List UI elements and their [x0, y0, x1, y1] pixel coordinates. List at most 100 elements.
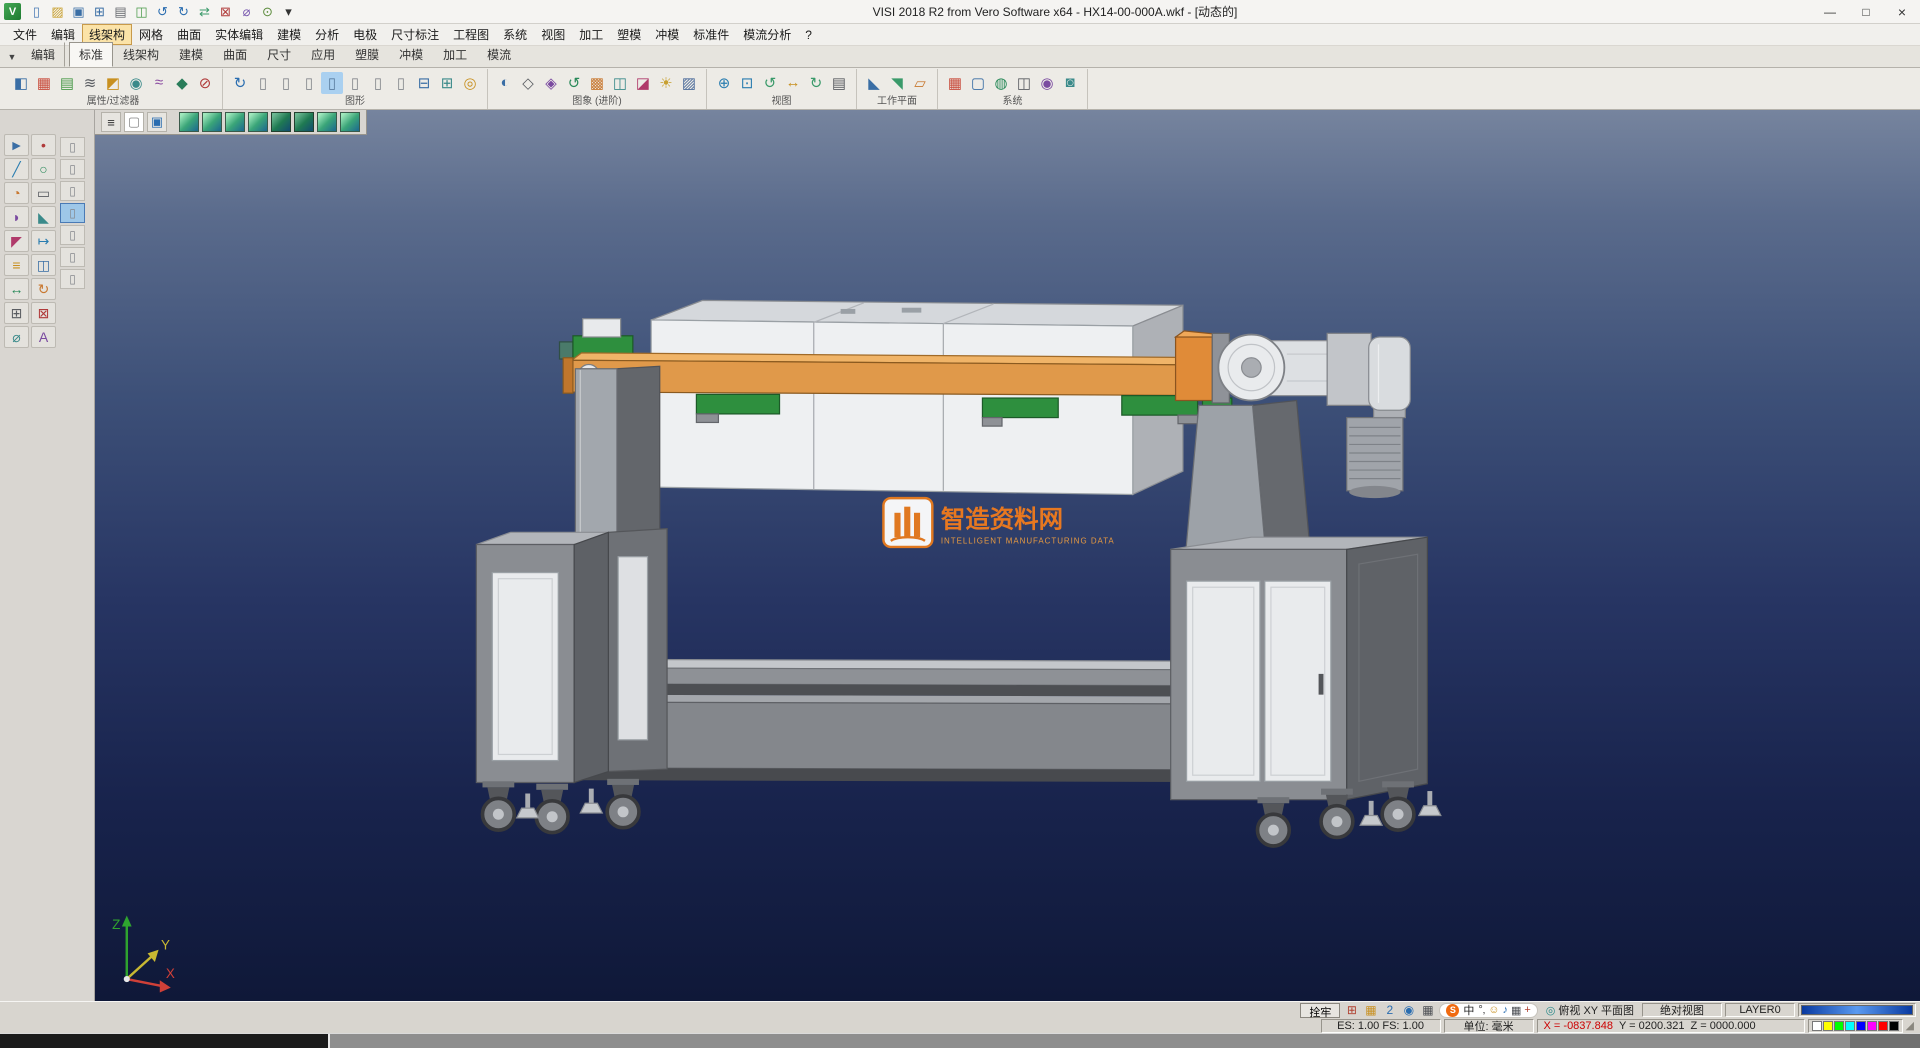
- zoom-window-icon[interactable]: ⊡: [736, 72, 758, 94]
- 3d-viewport[interactable]: 智造资料网 INTELLIGENT MANUFACTURING DATA Z Y…: [95, 110, 1920, 1001]
- rotation-beam[interactable]: [563, 353, 1229, 396]
- view-list-icon[interactable]: ▤: [828, 72, 850, 94]
- maximize-button[interactable]: □: [1848, 0, 1884, 23]
- right-cabinet[interactable]: [1171, 537, 1428, 799]
- color-palette-icon[interactable]: ▦: [944, 72, 966, 94]
- measure-tool-icon[interactable]: ⌀: [4, 326, 29, 348]
- bin-6-icon[interactable]: ▯: [367, 72, 389, 94]
- tab-surface[interactable]: 曲面: [213, 42, 257, 67]
- window-layout-icon[interactable]: ◫: [1013, 72, 1035, 94]
- grid-toggle-icon[interactable]: ▦: [1362, 1003, 1379, 1018]
- workplane-create-icon[interactable]: ◣: [863, 72, 885, 94]
- ime-toolbox-icon[interactable]: +: [1524, 1004, 1530, 1017]
- trim-tool-icon[interactable]: ◤: [4, 230, 29, 252]
- render-icon[interactable]: ◙: [1059, 72, 1081, 94]
- copy-tool-icon[interactable]: ⊞: [4, 302, 29, 324]
- view-cube-back-icon[interactable]: [248, 112, 268, 132]
- tab-machining[interactable]: 加工: [433, 42, 477, 67]
- snap-toggle-icon[interactable]: ⊞: [1343, 1003, 1360, 1018]
- menu-view[interactable]: 视图: [534, 24, 572, 45]
- rotate-tool-icon[interactable]: ↻: [31, 278, 56, 300]
- tab-standard[interactable]: 标准: [69, 42, 113, 67]
- point-tool-icon[interactable]: •: [31, 134, 56, 156]
- color-swatch[interactable]: [1834, 1021, 1844, 1031]
- construction-mode-icon[interactable]: 2: [1381, 1003, 1398, 1018]
- layer-bin-5-button[interactable]: ▯: [60, 225, 85, 245]
- filter-reset-icon[interactable]: ⊘: [194, 72, 216, 94]
- tab-modeling[interactable]: 建模: [169, 42, 213, 67]
- move-tool-icon[interactable]: ↔: [4, 278, 29, 300]
- viewport-split-icon[interactable]: ▣: [147, 112, 167, 132]
- viewport-menu-icon[interactable]: ≡: [101, 112, 121, 132]
- layer-bin-6-button[interactable]: ▯: [60, 247, 85, 267]
- color-swatch[interactable]: [1845, 1021, 1855, 1031]
- layer-bin-1-button[interactable]: ▯: [60, 137, 85, 157]
- tab-die[interactable]: 冲模: [389, 42, 433, 67]
- ime-language-toggle[interactable]: 中: [1463, 1002, 1474, 1018]
- background-icon[interactable]: ▨: [678, 72, 700, 94]
- tab-application[interactable]: 应用: [301, 42, 345, 67]
- undo-icon[interactable]: ↺: [153, 2, 172, 21]
- menu-moldflow-analysis[interactable]: 模流分析: [736, 24, 798, 45]
- line-style-icon[interactable]: ≋: [79, 72, 101, 94]
- view-cube-left-icon[interactable]: [271, 112, 291, 132]
- ime-emoji-icon[interactable]: ☺: [1488, 1004, 1499, 1017]
- print-icon[interactable]: ▤: [111, 2, 130, 21]
- color-swatch[interactable]: [1823, 1021, 1833, 1031]
- mirror-tool-icon[interactable]: ◫: [31, 254, 56, 276]
- redraw-icon[interactable]: ↻: [229, 72, 251, 94]
- tab-mold[interactable]: 塑膜: [345, 42, 389, 67]
- select-tool-icon[interactable]: ►: [4, 134, 29, 156]
- print-preview-icon[interactable]: ◫: [132, 2, 151, 21]
- extend-tool-icon[interactable]: ↦: [31, 230, 56, 252]
- wireframe-icon[interactable]: ◇: [517, 72, 539, 94]
- ime-soft-keyboard-icon[interactable]: ▦: [1511, 1004, 1521, 1017]
- bin-1-icon[interactable]: ▯: [252, 72, 274, 94]
- quick-access-dropdown-icon[interactable]: ▾: [279, 2, 298, 21]
- workplane-indicator[interactable]: ◎ 俯视 XY 平面图: [1541, 1002, 1639, 1018]
- measure-icon[interactable]: ⌀: [237, 2, 256, 21]
- keyboard-icon[interactable]: ▦: [1419, 1003, 1436, 1018]
- mic-icon[interactable]: ◉: [1400, 1003, 1417, 1018]
- lighting-icon[interactable]: ☀: [655, 72, 677, 94]
- offset-tool-icon[interactable]: ≡: [4, 254, 29, 276]
- color-swatch[interactable]: [1856, 1021, 1866, 1031]
- view-search-icon[interactable]: ◎: [459, 72, 481, 94]
- section-icon[interactable]: ◪: [632, 72, 654, 94]
- view-cube-top-icon[interactable]: [202, 112, 222, 132]
- shading-icon[interactable]: ◐: [494, 72, 516, 94]
- snap-lock-button[interactable]: 拴牢: [1300, 1003, 1340, 1018]
- fillet-tool-icon[interactable]: ◗: [4, 206, 29, 228]
- transparency-icon[interactable]: ◫: [609, 72, 631, 94]
- bin-group-icon[interactable]: ⊟: [413, 72, 435, 94]
- color-swatch[interactable]: [1867, 1021, 1877, 1031]
- bin-4-icon[interactable]: ▯: [321, 72, 343, 94]
- layer-bin-4-button[interactable]: ▯: [60, 203, 85, 223]
- filter-solids-icon[interactable]: ◆: [171, 72, 193, 94]
- left-cabinet[interactable]: [476, 529, 667, 783]
- windows-taskbar[interactable]: [0, 1033, 1920, 1048]
- open-folder-icon[interactable]: ▨: [48, 2, 67, 21]
- viewport-toolbar-separator[interactable]: [170, 112, 176, 132]
- globe-icon[interactable]: ◍: [990, 72, 1012, 94]
- layer-change-icon[interactable]: ▤: [56, 72, 78, 94]
- exchange-icon[interactable]: ⇄: [195, 2, 214, 21]
- color-swatch[interactable]: [1878, 1021, 1888, 1031]
- tab-dimension[interactable]: 尺寸: [257, 42, 301, 67]
- layer-bin-3-button[interactable]: ▯: [60, 181, 85, 201]
- view-cube-iso-icon[interactable]: [179, 112, 199, 132]
- chamfer-tool-icon[interactable]: ◣: [31, 206, 56, 228]
- zoom-all-icon[interactable]: ⊕: [713, 72, 735, 94]
- menu-mold[interactable]: 塑模: [610, 24, 648, 45]
- redo-icon[interactable]: ↻: [174, 2, 193, 21]
- filter-points-icon[interactable]: ◉: [125, 72, 147, 94]
- tab-wireframe[interactable]: 线架构: [113, 42, 169, 67]
- color-swatch[interactable]: [1812, 1021, 1822, 1031]
- arc-tool-icon[interactable]: ◔: [4, 182, 29, 204]
- ime-voice-icon[interactable]: ♪: [1502, 1004, 1508, 1017]
- minimize-button[interactable]: —: [1812, 0, 1848, 23]
- filter-curves-icon[interactable]: ≈: [148, 72, 170, 94]
- zoom-previous-icon[interactable]: ↺: [759, 72, 781, 94]
- view-cube-right-icon[interactable]: [294, 112, 314, 132]
- left-support-column[interactable]: [575, 366, 659, 556]
